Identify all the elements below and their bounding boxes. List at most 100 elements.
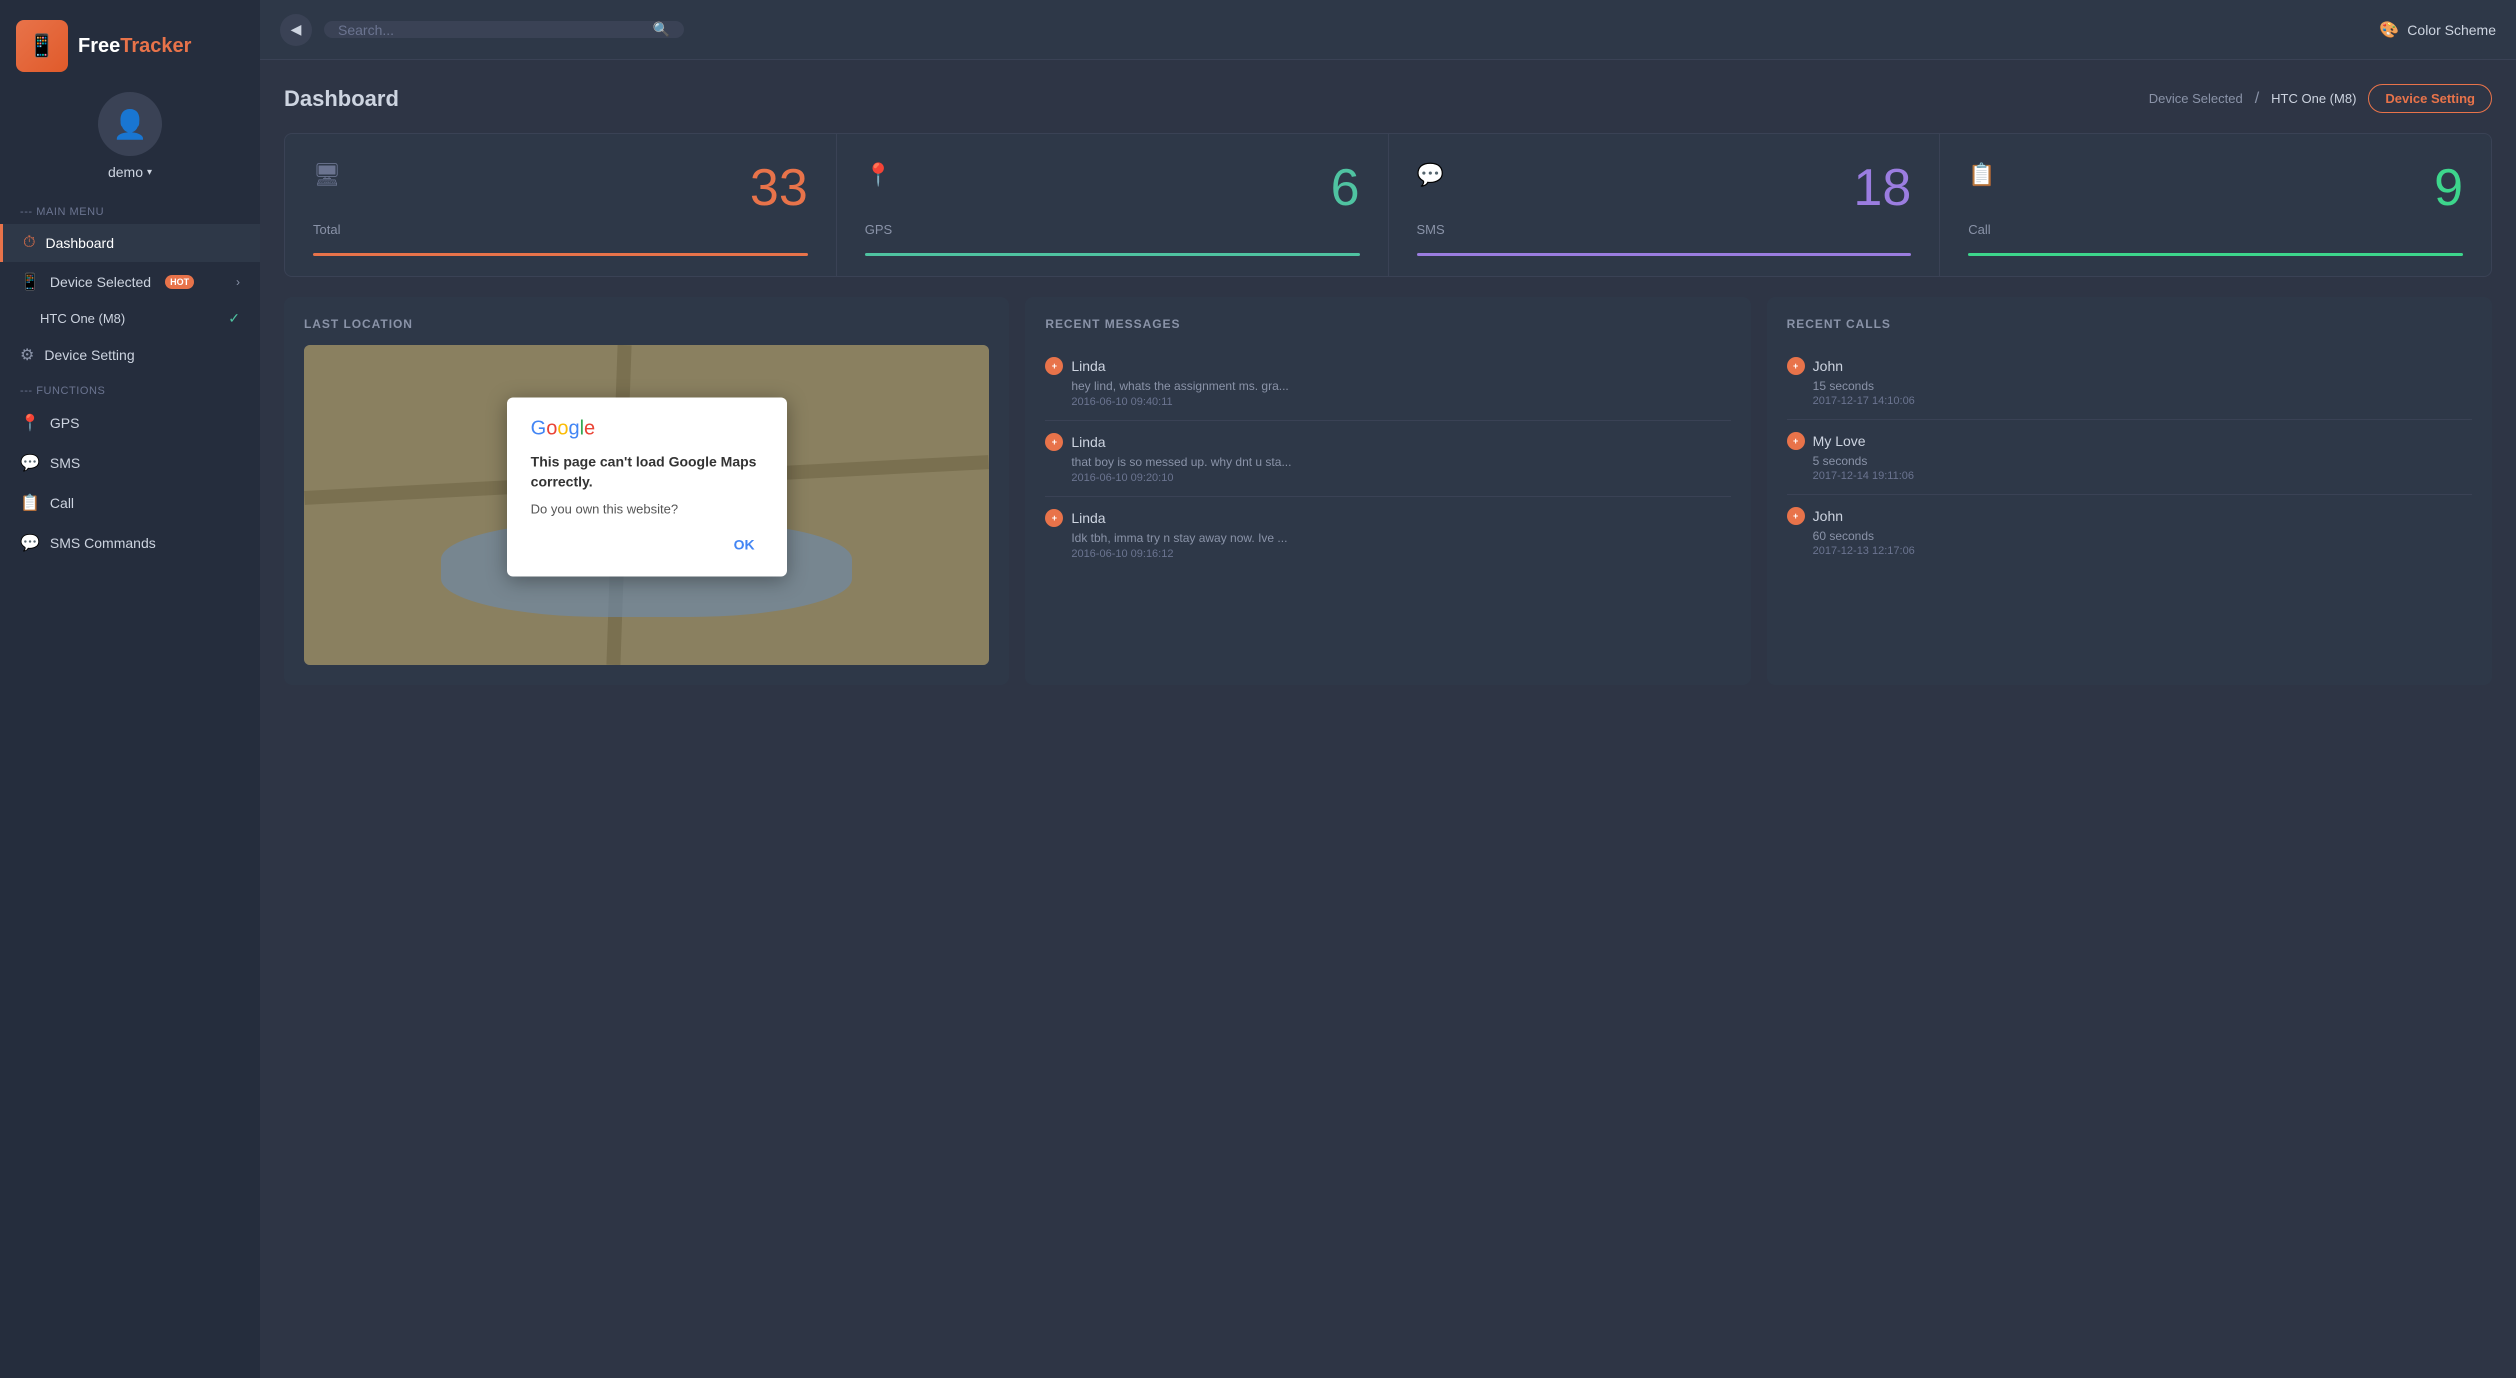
call-item[interactable]: + John 15 seconds 2017-12-17 14:10:06 (1787, 345, 2472, 420)
call-name: + John (1787, 357, 2472, 375)
message-preview: that boy is so messed up. why dnt u sta.… (1045, 455, 1730, 469)
avatar-area: 👤 demo ▾ (98, 92, 162, 180)
call-duration: 15 seconds (1787, 379, 2472, 393)
stat-call-value: 9 (2434, 162, 2463, 214)
call-item[interactable]: + John 60 seconds 2017-12-13 12:17:06 (1787, 495, 2472, 569)
chevron-right-icon: › (236, 275, 240, 289)
device-name-text: HTC One (M8) (2271, 91, 2356, 106)
color-scheme-button[interactable]: 🎨 Color Scheme (2379, 20, 2496, 40)
google-logo: Google (531, 417, 763, 440)
sidebar-item-label: SMS (50, 455, 80, 471)
functions-label: --- FUNCTIONS (0, 375, 260, 403)
contact-icon: + (1787, 432, 1805, 450)
sub-device-item[interactable]: HTC One (M8) ✓ (0, 302, 260, 335)
stat-total-value: 33 (750, 162, 808, 214)
gear-icon: ⚙ (20, 345, 34, 365)
recent-messages-title: RECENT MESSAGES (1045, 317, 1730, 331)
recent-messages-panel: RECENT MESSAGES + Linda hey lind, whats … (1025, 297, 1750, 685)
avatar: 👤 (98, 92, 162, 156)
message-item[interactable]: + Linda Idk tbh, imma try n stay away no… (1045, 497, 1730, 572)
calls-list: + John 15 seconds 2017-12-17 14:10:06 + … (1787, 345, 2472, 569)
contact-icon: + (1045, 357, 1063, 375)
call-duration: 5 seconds (1787, 454, 2472, 468)
sidebar: 📱 FreeTracker 👤 demo ▾ --- MAIN MENU ⏱ D… (0, 0, 260, 1378)
color-scheme-label: Color Scheme (2407, 22, 2496, 38)
sidebar-item-device-selected[interactable]: 📱 Device Selected HOT › (0, 262, 260, 302)
stat-sms: 💬 18 SMS (1389, 134, 1940, 276)
dialog-ok-button[interactable]: OK (726, 533, 763, 557)
last-location-title: LAST LOCATION (304, 317, 989, 331)
device-selected-text: Device Selected (2149, 91, 2243, 106)
username[interactable]: demo ▾ (108, 164, 152, 180)
sms-commands-icon: 💬 (20, 533, 40, 553)
device-info: Device Selected / HTC One (M8) Device Se… (2149, 84, 2492, 113)
dashboard-icon: ⏱ (23, 234, 35, 252)
call-time: 2017-12-14 19:11:06 (1787, 470, 2472, 482)
bottom-row: LAST LOCATION Google This page can't loa… (284, 297, 2492, 685)
search-input[interactable] (338, 22, 645, 38)
stat-call-bar (1968, 253, 2463, 256)
dialog-message: This page can't load Google Maps correct… (531, 452, 763, 491)
dialog-question: Do you own this website? (531, 502, 763, 517)
color-scheme-icon: 🎨 (2379, 20, 2399, 40)
sidebar-item-label: SMS Commands (50, 535, 156, 551)
message-time: 2016-06-10 09:16:12 (1045, 548, 1730, 560)
message-item[interactable]: + Linda hey lind, whats the assignment m… (1045, 345, 1730, 421)
check-icon: ✓ (228, 310, 240, 327)
search-icon: 🔍 (653, 21, 670, 38)
sidebar-item-sms[interactable]: 💬 SMS (0, 443, 260, 483)
content-area: Dashboard Device Selected / HTC One (M8)… (260, 60, 2516, 1378)
message-time: 2016-06-10 09:20:10 (1045, 472, 1730, 484)
call-item[interactable]: + My Love 5 seconds 2017-12-14 19:11:06 (1787, 420, 2472, 495)
page-title: Dashboard (284, 86, 399, 112)
call-name: + My Love (1787, 432, 2472, 450)
gps-icon: 📍 (20, 413, 40, 433)
messages-list: + Linda hey lind, whats the assignment m… (1045, 345, 1730, 572)
stat-gps-value: 6 (1331, 162, 1360, 214)
last-location-panel: LAST LOCATION Google This page can't loa… (284, 297, 1009, 685)
gps-stat-icon: 📍 (865, 162, 892, 188)
separator: / (2255, 90, 2259, 108)
contact-icon: + (1787, 357, 1805, 375)
message-time: 2016-06-10 09:40:11 (1045, 396, 1730, 408)
sidebar-item-gps[interactable]: 📍 GPS (0, 403, 260, 443)
message-sender: + Linda (1045, 357, 1730, 375)
message-item[interactable]: + Linda that boy is so messed up. why dn… (1045, 421, 1730, 497)
sidebar-item-label: Dashboard (45, 235, 114, 251)
message-preview: Idk tbh, imma try n stay away now. Ive .… (1045, 531, 1730, 545)
stat-gps-label: GPS (865, 222, 1360, 237)
stat-call: 📋 9 Call (1940, 134, 2491, 276)
monitor-icon: 🖥 (313, 162, 341, 188)
logo-icon: 📱 (16, 20, 68, 72)
message-preview: hey lind, whats the assignment ms. gra..… (1045, 379, 1730, 393)
stats-row: 🖥 33 Total 📍 6 GPS 💬 18 SMS (284, 133, 2492, 277)
main-menu-label: --- MAIN MENU (0, 196, 260, 224)
map-container: Google This page can't load Google Maps … (304, 345, 989, 665)
stat-total: 🖥 33 Total (285, 134, 836, 276)
contact-icon: + (1787, 507, 1805, 525)
device-selected-icon: 📱 (20, 272, 40, 292)
sidebar-item-label: Device Setting (44, 347, 134, 363)
call-time: 2017-12-13 12:17:06 (1787, 545, 2472, 557)
device-setting-button[interactable]: Device Setting (2368, 84, 2492, 113)
chevron-down-icon: ▾ (147, 167, 152, 178)
sidebar-item-call[interactable]: 📋 Call (0, 483, 260, 523)
stat-sms-value: 18 (1853, 162, 1911, 214)
call-stat-icon: 📋 (1968, 162, 1995, 188)
call-icon: 📋 (20, 493, 40, 513)
back-button[interactable]: ◀ (280, 14, 312, 46)
main-area: ◀ 🔍 🎨 Color Scheme Dashboard Device Sele… (260, 0, 2516, 1378)
stat-total-label: Total (313, 222, 808, 237)
recent-calls-panel: RECENT CALLS + John 15 seconds 2017-12-1… (1767, 297, 2492, 685)
logo-area: 📱 FreeTracker (0, 20, 260, 72)
search-box: 🔍 (324, 21, 684, 38)
sidebar-item-dashboard[interactable]: ⏱ Dashboard (0, 224, 260, 262)
message-sender: + Linda (1045, 433, 1730, 451)
topbar: ◀ 🔍 🎨 Color Scheme (260, 0, 2516, 60)
stat-gps: 📍 6 GPS (837, 134, 1388, 276)
dialog-actions: OK (531, 533, 763, 557)
sidebar-item-sms-commands[interactable]: 💬 SMS Commands (0, 523, 260, 563)
sidebar-item-device-setting[interactable]: ⚙ Device Setting (0, 335, 260, 375)
stat-gps-bar (865, 253, 1360, 256)
sub-device-label: HTC One (M8) (40, 311, 125, 326)
